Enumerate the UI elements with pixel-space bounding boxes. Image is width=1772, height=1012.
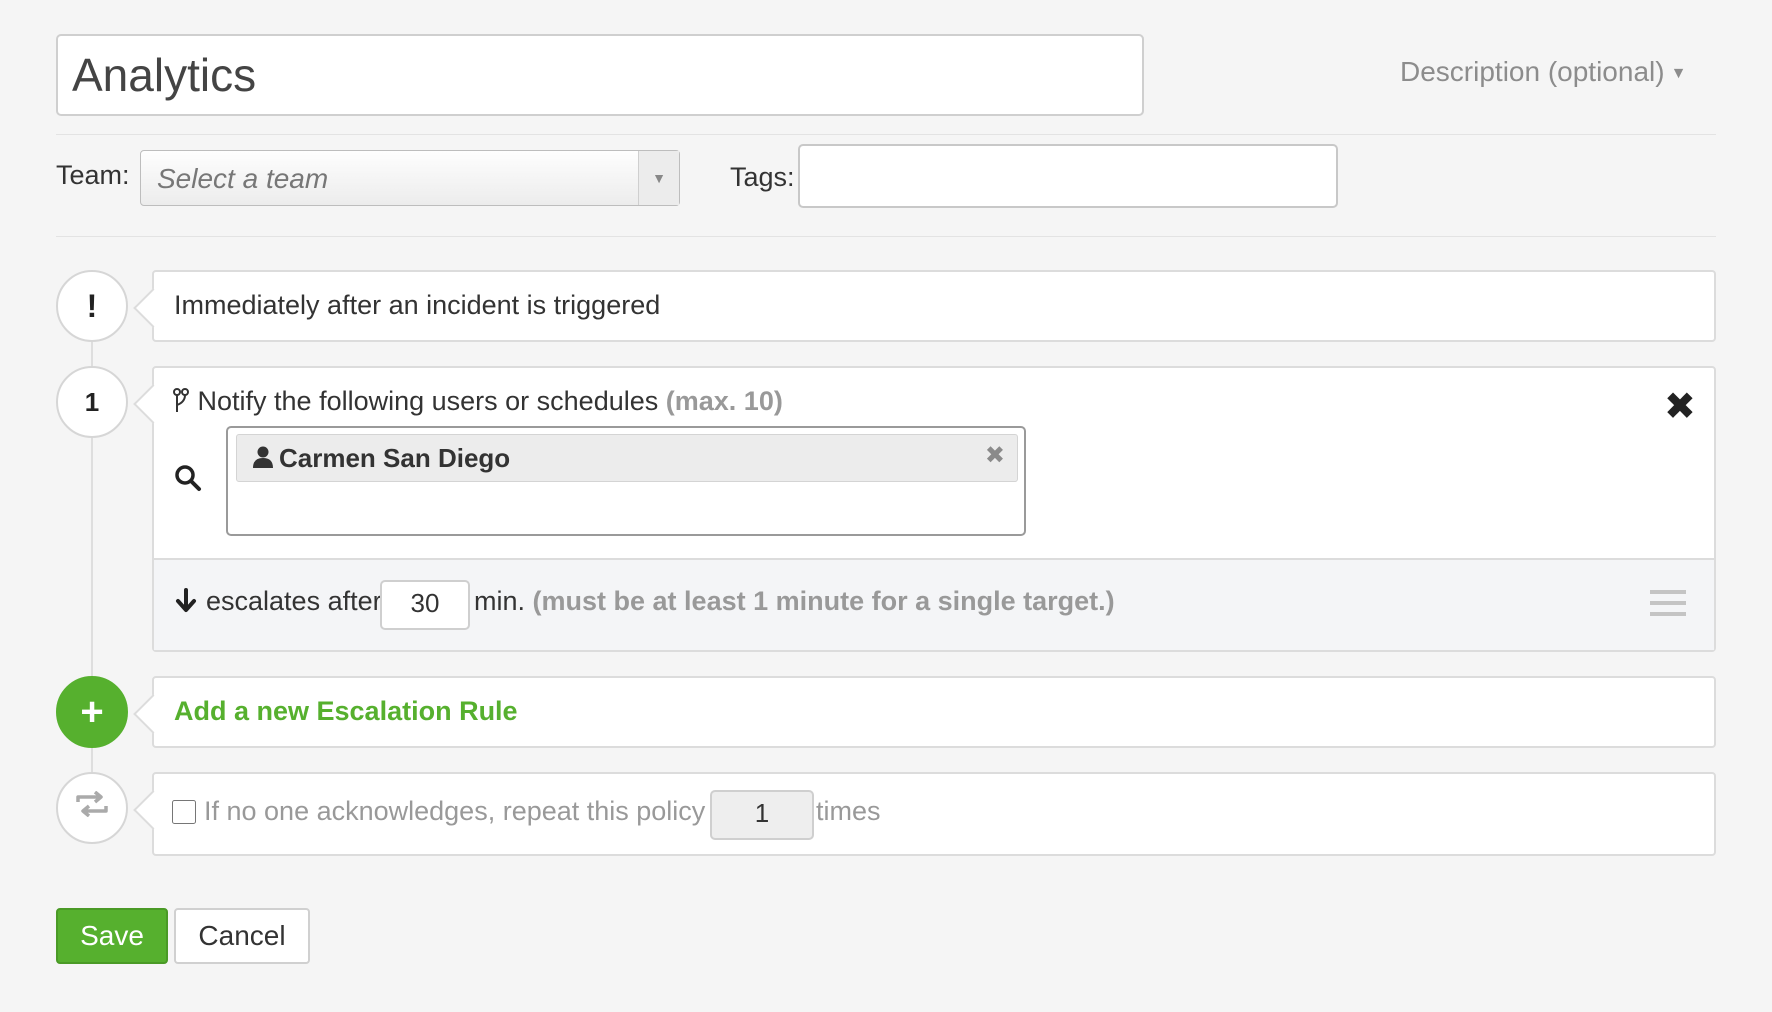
team-label: Team: [56,160,130,190]
policy-name-input[interactable] [56,34,1144,116]
cancel-button[interactable]: Cancel [174,908,310,964]
plus-icon[interactable]: + [56,676,128,748]
trigger-text: Immediately after an incident is trigger… [174,290,661,320]
rule-notify-text: Notify the following users or schedules [197,386,659,416]
add-rule-link[interactable]: Add a new Escalation Rule [174,696,518,727]
rule-notify-heading: Notify the following users or schedules … [172,386,783,417]
repeat-prefix: If no one acknowledges, repeat this poli… [204,796,706,826]
targets-input[interactable]: Carmen San Diego ✖ [226,426,1026,536]
repeat-count-input[interactable]: 1 [710,790,814,840]
team-select[interactable]: Select a team ▼ [140,150,680,206]
target-chip: Carmen San Diego ✖ [236,434,1018,482]
escalation-minutes-input[interactable]: 30 [380,580,470,630]
divider [56,236,1716,237]
escalate-unit-label: min. [474,586,526,616]
dropdown-arrow-icon[interactable]: ▼ [638,151,679,205]
escalate-note: (must be at least 1 minute for a single … [532,586,1115,616]
search-icon [175,465,201,491]
user-icon [253,446,273,468]
drag-handle-icon[interactable] [1650,588,1686,618]
escalate-unit: min. (must be at least 1 minute for a si… [474,586,1115,617]
repeat-checkbox[interactable] [172,800,196,824]
delete-rule-icon[interactable]: ✖ [1664,388,1696,426]
branch-icon [173,388,189,412]
description-toggle[interactable]: Description (optional) ▼ [1400,56,1686,88]
arrow-down-icon [176,588,196,612]
caret-down-icon: ▼ [1670,64,1687,82]
escalation-delay-bar: escalates after 30 min. (must be at leas… [154,558,1714,650]
description-toggle-label: Description (optional) [1400,56,1665,87]
tags-label: Tags: [730,162,795,192]
remove-target-icon[interactable]: ✖ [985,441,1005,470]
repeat-icon [56,772,128,844]
trigger-panel: Immediately after an incident is trigger… [152,270,1716,342]
repeat-suffix: times [816,796,881,826]
team-select-placeholder: Select a team [157,163,329,194]
rule-notify-max: (max. 10) [665,386,783,416]
target-name: Carmen San Diego [279,443,511,473]
divider [56,134,1716,135]
alert-icon: ! [56,270,128,342]
rule-number-badge: 1 [56,366,128,438]
escalate-prefix: escalates after [206,586,382,616]
repeat-panel: If no one acknowledges, repeat this poli… [152,772,1716,856]
tags-input[interactable] [798,144,1338,208]
add-rule-panel[interactable]: Add a new Escalation Rule [152,676,1716,748]
save-button[interactable]: Save [56,908,168,964]
